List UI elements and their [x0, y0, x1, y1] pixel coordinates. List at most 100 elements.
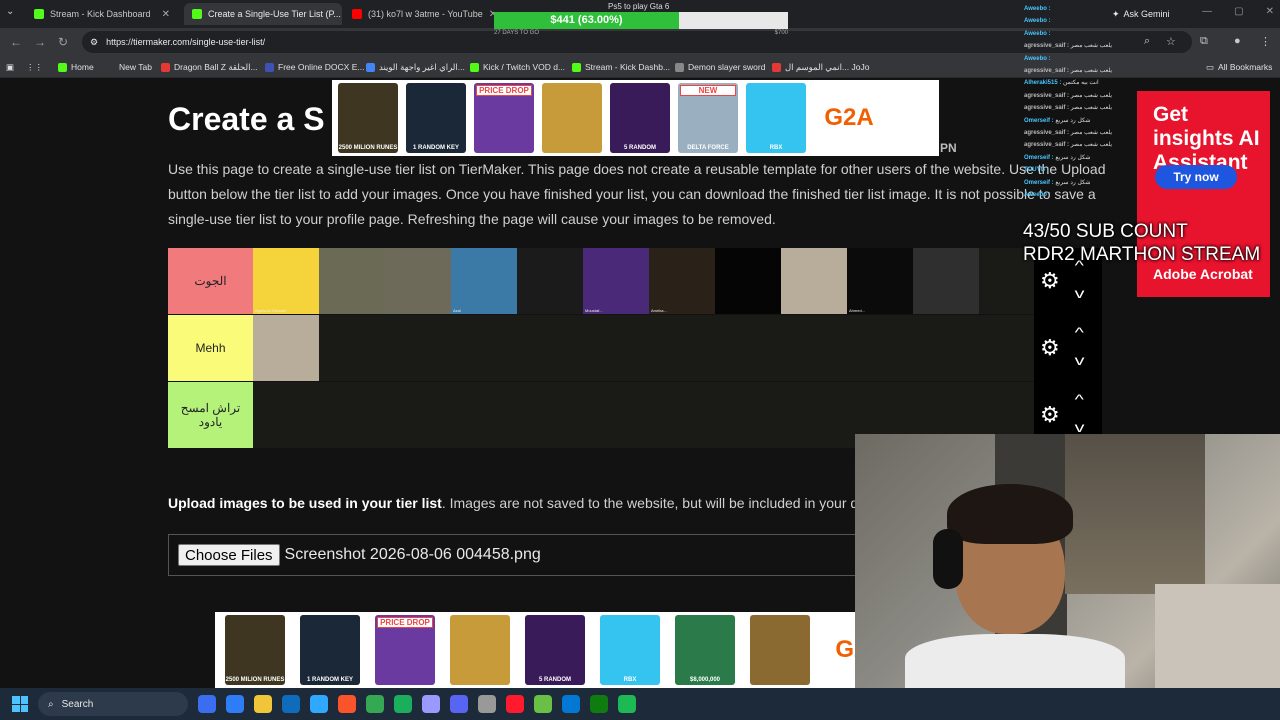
bookmark-item[interactable]: Home	[58, 60, 94, 74]
tier-item-image[interactable]	[781, 248, 847, 314]
chevron-down-icon[interactable]: v	[1075, 286, 1085, 300]
bookmark-star-icon[interactable]: ☆	[1166, 35, 1176, 48]
ad-product-card[interactable]: 2500 MILION RUNES	[225, 615, 285, 685]
taskbar-app-icon[interactable]	[282, 695, 300, 713]
ad-product-card[interactable]	[450, 615, 510, 685]
taskbar-app-icon[interactable]	[450, 695, 468, 713]
forward-icon[interactable]: →	[34, 35, 46, 49]
ad-product-card[interactable]: RBX	[600, 615, 660, 685]
chat-text: شكل رد سريع	[1055, 179, 1091, 186]
taskbar-app-icon[interactable]	[534, 695, 552, 713]
taskbar-app-icon[interactable]	[310, 695, 328, 713]
taskbar-app-icon[interactable]	[506, 695, 524, 713]
taskbar-app-icon[interactable]	[338, 695, 356, 713]
try-now-button[interactable]: Try now	[1155, 165, 1237, 189]
tab-youtube[interactable]: (31) ko7l w 3atme - YouTube ✕	[344, 3, 494, 25]
tier-label[interactable]: Mehh	[168, 315, 253, 381]
taskbar-app-icon[interactable]	[254, 695, 272, 713]
tier-item-image[interactable]: Moustaf...	[583, 248, 649, 314]
url-text[interactable]: https://tiermaker.com/single-use-tier-li…	[106, 37, 265, 47]
bookmark-label: New Tab	[119, 62, 152, 72]
tier-item-image[interactable]: Agmla Al Ghonali	[253, 248, 319, 314]
bookmark-item[interactable]: New Tab	[119, 60, 152, 74]
sidebar-toggle-icon[interactable]: ▣	[6, 60, 14, 74]
ad-product-card[interactable]: RBX	[746, 83, 806, 153]
tab-search-icon[interactable]: ⌄	[6, 6, 14, 17]
choose-files-button[interactable]: Choose Files	[178, 544, 280, 566]
tier-items[interactable]	[253, 315, 319, 381]
tier-item-image[interactable]	[319, 248, 385, 314]
chevron-down-icon[interactable]: v	[1075, 353, 1085, 367]
ad-product-card[interactable]: NEW DELTA FORCE	[678, 83, 738, 153]
chevron-down-icon[interactable]: v	[1075, 420, 1085, 434]
minimize-icon[interactable]: —	[1202, 6, 1212, 17]
tab-tier-list[interactable]: Create a Single-Use Tier List (P... ✕	[184, 3, 342, 25]
ad-product-card[interactable]: $8,000,000	[675, 615, 735, 685]
tier-label[interactable]: الجوت	[168, 248, 253, 314]
taskbar-app-icon[interactable]	[198, 695, 216, 713]
ad-product-card[interactable]: 5 RANDOM	[525, 615, 585, 685]
sub-count: 43/50 SUB COUNT	[1023, 221, 1188, 242]
bookmark-item[interactable]: Kick / Twitch VOD d...	[470, 60, 565, 74]
tier-item-image[interactable]	[913, 248, 979, 314]
ad-product-card[interactable]: 5 RANDOM	[610, 83, 670, 153]
ad-product-card[interactable]: PRICE DROP	[474, 83, 534, 153]
tier-item-image[interactable]: Ahmed...	[847, 248, 913, 314]
ad-product-card[interactable]: 2500 MILION RUNES	[338, 83, 398, 153]
site-info-icon[interactable]: ⚙	[90, 37, 98, 48]
bookmark-item[interactable]: Dragon Ball Z الحلقة...	[161, 60, 258, 74]
ad-product-card[interactable]	[542, 83, 602, 153]
extensions-icon[interactable]: ⧉	[1200, 35, 1208, 48]
bookmark-item[interactable]: Stream - Kick Dashb...	[572, 60, 670, 74]
adobe-ad[interactable]: Get insights AI Assistant Try now Adobe …	[1137, 91, 1270, 297]
taskbar-app-icon[interactable]	[618, 695, 636, 713]
maximize-icon[interactable]: ▢	[1234, 6, 1243, 17]
bookmark-item[interactable]: الراي اغير واجهة الويند...	[366, 60, 465, 74]
zoom-icon[interactable]: ⌕	[1144, 35, 1150, 48]
taskbar-app-icon[interactable]	[366, 695, 384, 713]
reload-icon[interactable]: ↻	[58, 35, 68, 49]
all-bookmarks[interactable]: ▭ All Bookmarks	[1206, 60, 1272, 74]
taskbar-app-icon[interactable]	[478, 695, 496, 713]
tier-item-image[interactable]	[253, 315, 319, 381]
gear-icon[interactable]: ⚙	[1040, 404, 1060, 426]
chat-message: agressive_saif : يلعب شعب مصر	[1024, 139, 1134, 151]
windows-start-icon[interactable]	[12, 696, 28, 712]
ad-banner-top[interactable]: 2500 MILION RUNES 1 RANDOM KEY PRICE DROP 5…	[332, 80, 939, 156]
chat-message: Omerseif : شكل رد سريع	[1024, 152, 1134, 164]
close-window-icon[interactable]: ✕	[1266, 6, 1274, 17]
tab-kick-dashboard[interactable]: Stream - Kick Dashboard ✕	[26, 3, 178, 25]
ad-product-card[interactable]: 1 RANDOM KEY	[300, 615, 360, 685]
ad-product-card[interactable]	[750, 615, 810, 685]
back-icon[interactable]: ←	[10, 35, 22, 49]
apps-grid-icon[interactable]: ⋮⋮	[26, 60, 43, 74]
taskbar-app-icon[interactable]	[562, 695, 580, 713]
gear-icon[interactable]: ⚙	[1040, 270, 1060, 292]
taskbar-app-icon[interactable]	[422, 695, 440, 713]
tier-item-image[interactable]	[385, 248, 451, 314]
gear-icon[interactable]: ⚙	[1040, 337, 1060, 359]
taskbar-app-icon[interactable]	[590, 695, 608, 713]
tier-items[interactable]: Agmla Al Ghonali Azal Moustaf... Amrika... A…	[253, 248, 979, 314]
tier-label[interactable]: تراش امسح يادود	[168, 382, 253, 448]
chevron-up-icon[interactable]: ^	[1075, 392, 1084, 406]
menu-icon[interactable]: ⋮	[1260, 35, 1271, 48]
tier-item-image[interactable]	[517, 248, 583, 314]
bookmark-item[interactable]: Demon slayer sword	[675, 60, 765, 74]
ad-product-card[interactable]: 1 RANDOM KEY	[406, 83, 466, 153]
taskbar-app-icon[interactable]	[394, 695, 412, 713]
taskbar-search[interactable]: ⌕ Search	[38, 692, 188, 716]
bookmark-item[interactable]: Free Online DOCX E...	[265, 60, 364, 74]
ad-product-card[interactable]: PRICE DROP	[375, 615, 435, 685]
tier-item-image[interactable]: Azal	[451, 248, 517, 314]
close-icon[interactable]: ✕	[162, 9, 170, 20]
ad-banner-bottom[interactable]: 2500 MILION RUNES 1 RANDOM KEY PRICE DROP 5…	[215, 612, 915, 688]
taskbar-app-icon[interactable]	[226, 695, 244, 713]
tier-item-image[interactable]: Amrika...	[649, 248, 715, 314]
bookmark-item[interactable]: انمي الموسم ال... JoJo	[772, 60, 869, 74]
streamer-shirt	[905, 634, 1125, 688]
profile-avatar-icon[interactable]: ●	[1234, 35, 1241, 47]
ad-card-label: 2500 MILION RUNES	[338, 145, 398, 151]
tier-item-image[interactable]	[715, 248, 781, 314]
chevron-up-icon[interactable]: ^	[1075, 325, 1084, 339]
